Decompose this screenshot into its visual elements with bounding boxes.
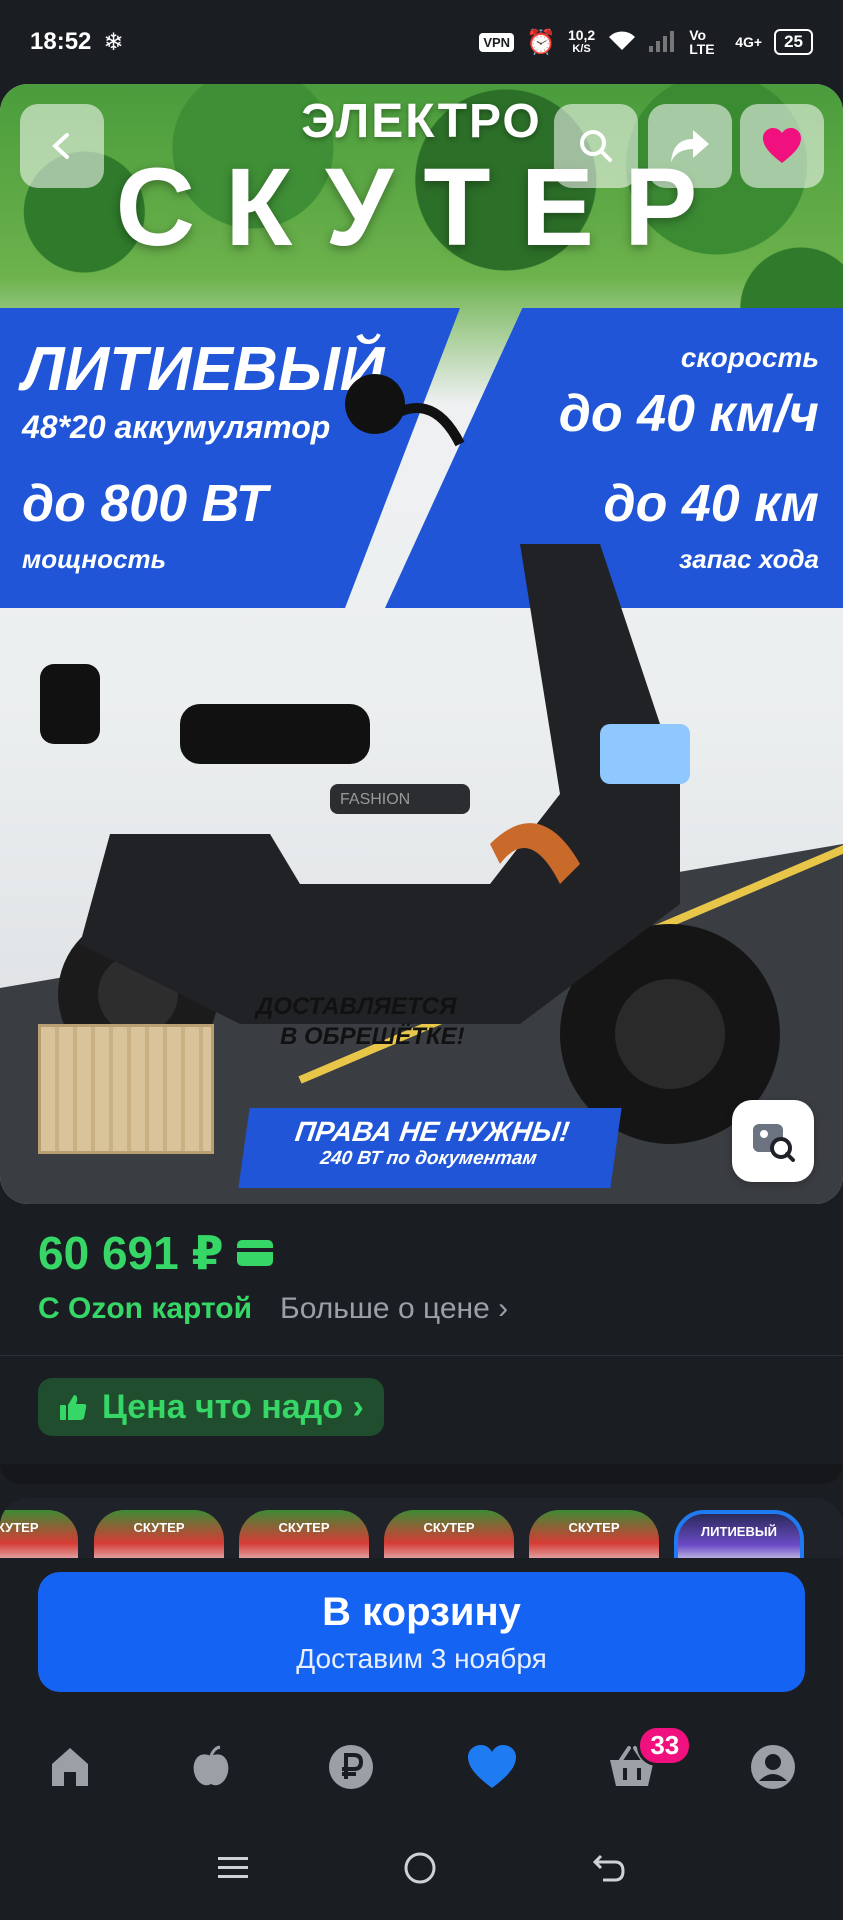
nav-home[interactable] — [30, 1727, 110, 1807]
network-speed-unit: K/S — [572, 43, 591, 55]
thumbnail[interactable]: СКУТЕР — [94, 1510, 224, 1558]
scooter-brand: FASHION — [340, 791, 410, 808]
license-banner: ПРАВА НЕ НУЖНЫ! 240 ВТ по документам — [238, 1108, 622, 1188]
thumbnail-label: СКУТЕР — [133, 1520, 185, 1535]
section-separator — [0, 1464, 843, 1484]
image-search-icon — [753, 1124, 795, 1162]
alarm-icon: ⏰ — [526, 28, 556, 56]
good-price-badge[interactable]: Цена что надо › — [38, 1378, 384, 1436]
bottom-navigation: 33 — [0, 1714, 843, 1820]
vpn-badge: VPN — [479, 32, 515, 52]
nav-fresh[interactable] — [171, 1727, 251, 1807]
search-button[interactable] — [554, 104, 638, 188]
delivery-note: ДОСТАВЛЯЕТСЯ В ОБРЕШЁТКЕ! — [256, 992, 465, 1052]
thumbnail-label: СКУТЕР — [278, 1520, 330, 1535]
nav-profile[interactable] — [733, 1727, 813, 1807]
image-search-button[interactable] — [732, 1100, 814, 1182]
thumbnail-label: СКУТЕР — [423, 1520, 475, 1535]
menu-icon[interactable] — [216, 1853, 250, 1888]
search-icon — [580, 130, 612, 162]
delivery-note-line1: ДОСТАВЛЯЕТСЯ — [256, 993, 457, 1020]
network-speed-value: 10,2 — [567, 27, 596, 43]
wifi-icon — [607, 30, 637, 55]
snowflake-icon: ❄ — [103, 28, 124, 56]
network-speed: 10,2 K/S — [568, 28, 595, 56]
status-time: 18:52 — [30, 28, 92, 55]
battery-indicator: 25 — [774, 29, 813, 55]
thumbnail-strip: СКУТЕР СКУТЕР СКУТЕР СКУТЕР СКУТЕР ЛИТИЕ… — [0, 1498, 843, 1558]
add-to-cart-label: В корзину — [322, 1590, 521, 1634]
home-icon — [52, 1748, 89, 1786]
ozon-card-label: С Ozon картой — [38, 1292, 253, 1325]
profile-icon — [750, 1745, 795, 1789]
product-price: 60 691 ₽ — [38, 1226, 274, 1280]
product-image[interactable]: ЭЛЕКТРО СКУТЕР ЛИТИЕВЫЙ 48*20 аккумулято… — [0, 84, 843, 1204]
thumbnail[interactable]: СКУТЕР — [239, 1510, 369, 1558]
thumbnail[interactable]: СКУТЕР — [529, 1510, 659, 1558]
thumbnail-active[interactable]: ЛИТИЕВЫЙ — [674, 1510, 804, 1558]
share-button[interactable] — [648, 104, 732, 188]
status-indicators: VPN ⏰ 10,2 K/S Vo LTE 4G+ 25 — [479, 28, 813, 57]
price-value: 60 691 ₽ — [38, 1227, 224, 1279]
system-back-icon[interactable] — [591, 1852, 627, 1889]
thumbnail[interactable]: СКУТЕР — [0, 1510, 78, 1558]
share-icon — [671, 130, 709, 162]
thumbnail-label: СКУТЕР — [568, 1520, 620, 1535]
card-icon — [237, 1240, 274, 1266]
thumbnail-label: ЛИТИЕВЫЙ — [701, 1524, 777, 1539]
volte-label: Vo LTE — [689, 27, 715, 57]
nav-favorites[interactable] — [452, 1727, 532, 1807]
cart-count-badge: 33 — [637, 1725, 693, 1766]
wooden-crate-illustration — [38, 1024, 214, 1154]
ruble-icon — [329, 1745, 374, 1789]
back-arrow-icon — [52, 133, 69, 159]
signal-icon — [649, 30, 677, 55]
license-subtitle: 240 ВТ по документам — [318, 1148, 539, 1169]
delivery-date: Доставим 3 ноября — [296, 1643, 547, 1674]
more-about-price-link[interactable]: Больше о цене › — [280, 1292, 508, 1326]
home-circle-icon[interactable] — [402, 1850, 438, 1891]
thumbnail[interactable]: СКУТЕР — [384, 1510, 514, 1558]
add-to-cart-button[interactable]: В корзину Доставим 3 ноября — [38, 1572, 805, 1692]
good-price-label: Цена что надо › — [102, 1387, 364, 1426]
heart-icon — [467, 1745, 516, 1788]
network-4g-label: 4G+ — [735, 34, 763, 50]
thumbnail-label: СКУТЕР — [0, 1520, 39, 1535]
price-info-row: С Ozon картой Больше о цене › — [38, 1292, 508, 1326]
divider — [0, 1355, 843, 1356]
status-bar: 18:52 ❄ VPN ⏰ 10,2 K/S Vo LTE 4G+ 25 — [0, 0, 843, 84]
favorite-button[interactable] — [740, 104, 824, 188]
apple-icon — [193, 1745, 229, 1786]
license-title: ПРАВА НЕ НУЖНЫ! — [293, 1116, 572, 1147]
nav-cart[interactable]: 33 — [592, 1725, 693, 1807]
system-navigation — [0, 1820, 843, 1920]
heart-icon — [763, 128, 801, 163]
back-button[interactable] — [20, 104, 104, 188]
nav-finance[interactable] — [311, 1727, 391, 1807]
delivery-note-line2: В ОБРЕШЁТКЕ! — [280, 1023, 465, 1050]
thumbs-up-icon — [60, 1395, 87, 1420]
